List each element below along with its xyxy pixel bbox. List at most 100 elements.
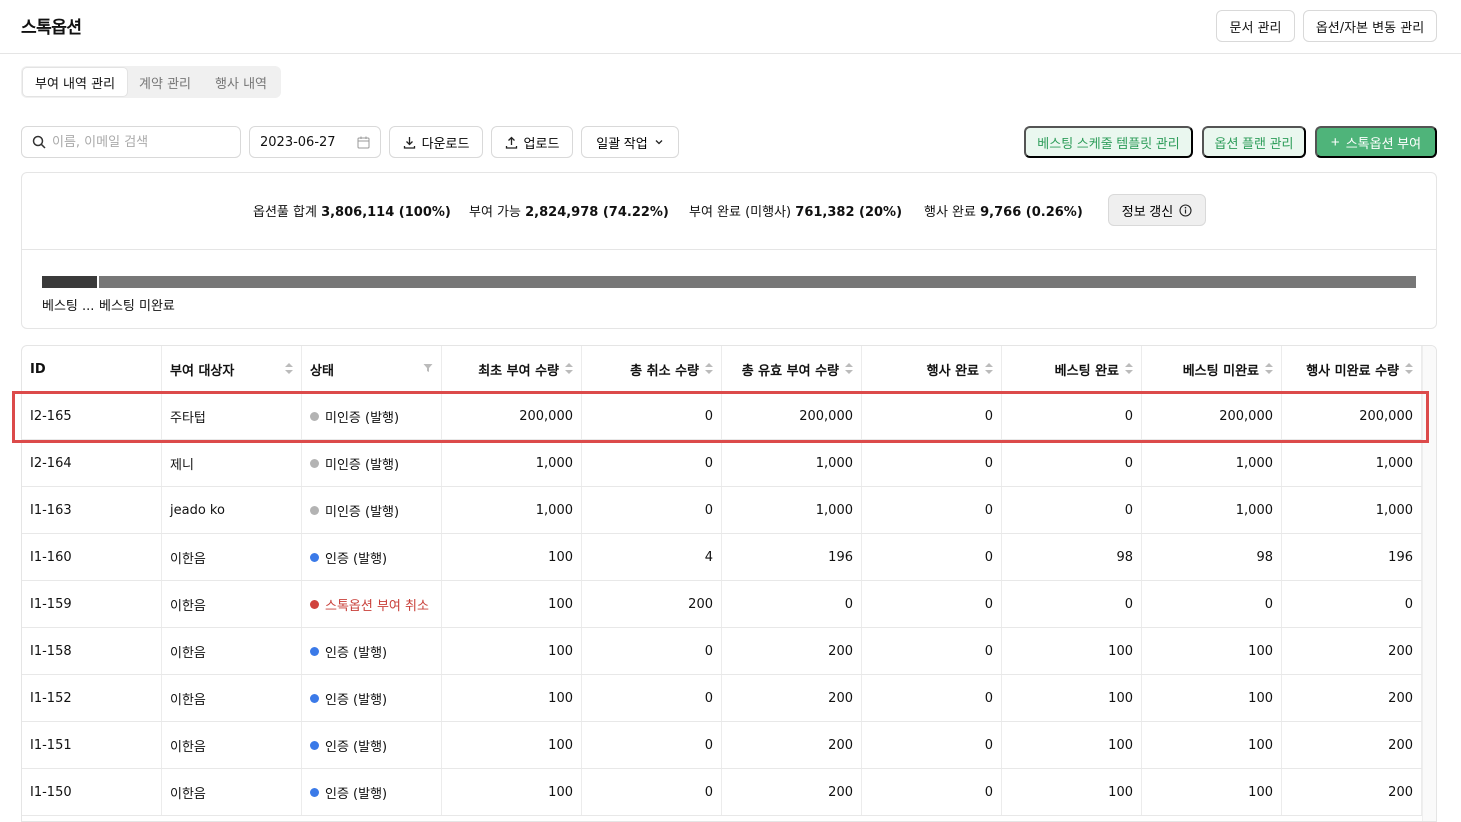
cell-grantee[interactable]: 이한음 — [162, 534, 302, 580]
tab-contract[interactable]: 계약 관리 — [127, 68, 203, 96]
search-box[interactable] — [21, 126, 241, 158]
table-row[interactable]: I1-163 jeado ko 미인증 (발행) 1,000 0 1,000 0 0 1,000… — [22, 487, 1422, 534]
cell-grantee[interactable]: jeado ko — [162, 487, 302, 533]
search-input[interactable] — [52, 134, 232, 150]
status-text: 인증 (발행) — [325, 739, 388, 755]
cell-cancel: 0 — [582, 393, 722, 439]
header-col-valid[interactable]: 총 유효 부여 수량 — [722, 346, 862, 392]
status-dot-icon — [310, 599, 319, 609]
status-dot-icon — [310, 505, 319, 515]
unvested-bar[interactable] — [99, 276, 1416, 288]
cell-status: 미인증 (발행) — [302, 440, 442, 486]
sort-icon[interactable] — [1265, 363, 1273, 375]
cell-exercised: 0 — [862, 534, 1002, 580]
table-row[interactable]: I1-160 이한음 인증 (발행) 100 4 196 0 98 98 196 — [22, 534, 1422, 581]
cell-exercised: 0 — [862, 628, 1002, 674]
table-row[interactable]: I1-158 이한음 인증 (발행) 100 0 200 0 100 100 200 — [22, 628, 1422, 675]
cell-text: 200 — [828, 643, 853, 659]
cell-unexercised: 200 — [1282, 675, 1422, 721]
cell-text: I1-158 — [30, 643, 72, 659]
header-label: 행사 미완료 수량 — [1306, 363, 1399, 379]
table-row[interactable]: I2-164 제니 미인증 (발행) 1,000 0 1,000 0 0 1,000 1,000 — [22, 440, 1422, 487]
cell-text: 0 — [984, 784, 993, 800]
sort-icon[interactable] — [705, 363, 713, 375]
cell-text: 4 — [704, 549, 713, 565]
sort-icon[interactable] — [565, 363, 573, 375]
cell-unexercised: 196 — [1282, 534, 1422, 580]
filter-icon[interactable] — [423, 362, 433, 377]
header-label: 베스팅 완료 — [1054, 363, 1119, 379]
upload-button[interactable]: 업로드 — [491, 126, 573, 158]
cell-grantee[interactable]: 이한음 — [162, 581, 302, 627]
cell-unexercised: 0 — [1282, 581, 1422, 627]
cell-initial: 200,000 — [442, 393, 582, 439]
capital-change-button[interactable]: 옵션/자본 변동 관리 — [1303, 10, 1437, 42]
cell-vested: 0 — [1002, 440, 1142, 486]
header-col-id[interactable]: ID — [22, 346, 162, 392]
header-col-status[interactable]: 상태 — [302, 346, 442, 392]
download-button[interactable]: 다운로드 — [389, 126, 483, 158]
refresh-button[interactable]: 정보 갱신 — [1108, 194, 1206, 226]
vested-bar[interactable] — [42, 276, 97, 288]
tab-exercise-history[interactable]: 행사 내역 — [203, 68, 279, 96]
cell-grantee[interactable]: 이한음 — [162, 628, 302, 674]
status-dot-icon — [310, 787, 319, 797]
sort-icon[interactable] — [285, 363, 293, 375]
page-title: 스톡옵션 — [21, 18, 82, 38]
cell-text: 주타텁 — [170, 410, 206, 426]
cell-exercised: 0 — [862, 675, 1002, 721]
cell-text: 100 — [548, 784, 573, 800]
option-plan-button[interactable]: 옵션 플랜 관리 — [1202, 126, 1306, 158]
status-text: 인증 (발행) — [325, 786, 388, 802]
cell-grantee[interactable]: 이한음 — [162, 675, 302, 721]
table-row[interactable]: I1-159 이한음 스톡옵션 부여 취소 100 200 0 0 0 0 0 — [22, 581, 1422, 628]
cell-text: 100 — [1108, 643, 1133, 659]
header-col-exercised[interactable]: 행사 완료 — [862, 346, 1002, 392]
document-manage-button[interactable]: 문서 관리 — [1216, 10, 1295, 42]
table-row[interactable]: I2-165 주타텁 미인증 (발행) 200,000 0 200,000 0 0 200,00… — [22, 393, 1422, 440]
cell-grantee[interactable]: 제니 — [162, 440, 302, 486]
status-dot-icon — [310, 458, 319, 468]
table-row[interactable]: I1-151 이한음 인증 (발행) 100 0 200 0 100 100 200 — [22, 722, 1422, 769]
tab-grant-history[interactable]: 부여 내역 관리 — [23, 68, 128, 96]
cell-text: 0 — [704, 455, 713, 471]
cell-valid: 200 — [722, 769, 862, 815]
cell-text: 1,000 — [815, 502, 853, 518]
status-text: 미인증 (발행) — [325, 410, 400, 426]
horizontal-scrollbar[interactable] — [1422, 346, 1436, 821]
cell-text: I1-159 — [30, 596, 72, 612]
cell-unvested: 100 — [1142, 628, 1282, 674]
cell-text: 200 — [1388, 784, 1413, 800]
bulk-action-dropdown[interactable]: 일괄 작업 — [581, 126, 679, 158]
sort-icon[interactable] — [1125, 363, 1133, 375]
cell-text: 200 — [1388, 690, 1413, 706]
header-col-cancel[interactable]: 총 취소 수량 — [582, 346, 722, 392]
cell-grantee[interactable]: 이한음 — [162, 722, 302, 768]
date-picker[interactable]: 2023-06-27 — [249, 126, 381, 158]
cell-text: I1-152 — [30, 690, 72, 706]
header-col-unexercised[interactable]: 행사 미완료 수량 — [1282, 346, 1422, 392]
header-col-initial[interactable]: 최초 부여 수량 — [442, 346, 582, 392]
header-col-grantee[interactable]: 부여 대상자 — [162, 346, 302, 392]
sort-icon[interactable] — [1405, 363, 1413, 375]
cell-valid: 196 — [722, 534, 862, 580]
header-col-vested[interactable]: 베스팅 완료 — [1002, 346, 1142, 392]
sort-icon[interactable] — [845, 363, 853, 375]
cell-cancel: 200 — [582, 581, 722, 627]
cell-exercised: 0 — [862, 440, 1002, 486]
header-label: 상태 — [310, 363, 334, 379]
cell-grantee[interactable]: 이한음 — [162, 769, 302, 815]
vesting-template-button[interactable]: 베스팅 스케줄 템플릿 관리 — [1024, 126, 1193, 158]
header-label: 행사 완료 — [926, 363, 979, 379]
sort-icon[interactable] — [985, 363, 993, 375]
header-col-unvested[interactable]: 베스팅 미완료 — [1142, 346, 1282, 392]
cell-unexercised: 200 — [1282, 722, 1422, 768]
cell-grantee[interactable]: 주타텁 — [162, 393, 302, 439]
cell-text: 이한음 — [170, 598, 206, 614]
status-dot-icon — [310, 411, 319, 421]
cell-initial: 100 — [442, 628, 582, 674]
table-row[interactable]: I1-150 이한음 인증 (발행) 100 0 200 0 100 100 200 — [22, 769, 1422, 816]
table-row[interactable]: I1-152 이한음 인증 (발행) 100 0 200 0 100 100 200 — [22, 675, 1422, 722]
header-label: ID — [30, 361, 46, 377]
grant-option-button[interactable]: + 스톡옵션 부여 — [1315, 126, 1437, 158]
